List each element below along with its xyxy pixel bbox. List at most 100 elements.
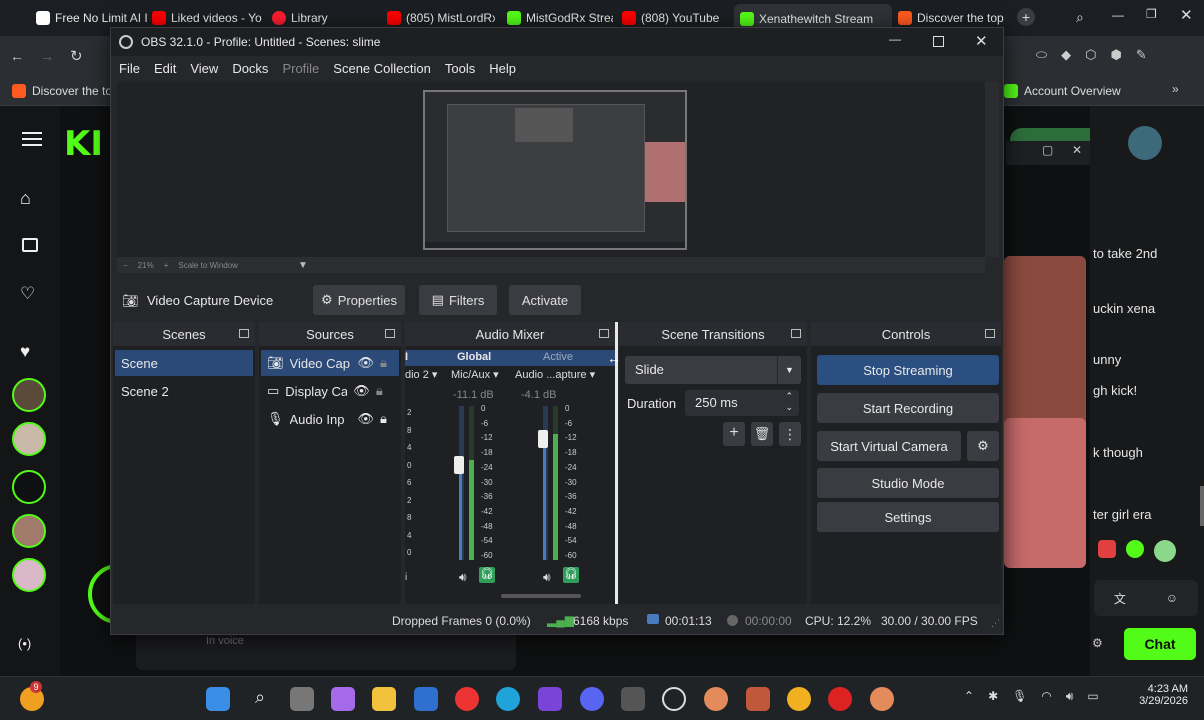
forward-icon[interactable]: → — [40, 48, 54, 64]
battery-icon[interactable]: ▭ — [1087, 689, 1098, 704]
chat-button[interactable]: Chat — [1124, 628, 1196, 660]
wifi-icon[interactable]: ◠ — [1041, 689, 1051, 704]
undock-icon[interactable] — [985, 329, 995, 338]
lock-icon[interactable]: 🔒︎ — [376, 383, 383, 399]
speaker-icon[interactable]: 🔊︎ — [459, 570, 467, 585]
source-item[interactable]: 📷︎ Video Cap 👁︎ 🔒︎ — [261, 350, 399, 376]
start-icon[interactable] — [206, 687, 230, 711]
app-icon[interactable] — [704, 687, 728, 711]
bookmark-right[interactable]: Account Overview — [1004, 84, 1121, 98]
undock-icon[interactable] — [385, 329, 395, 338]
restore-icon[interactable]: ▢ — [1042, 143, 1053, 157]
stop-streaming-button[interactable]: Stop Streaming — [817, 355, 999, 385]
emote-icon[interactable] — [1126, 540, 1144, 558]
scene-item[interactable]: Scene — [115, 350, 253, 376]
transition-select[interactable]: Slide ▼ — [625, 356, 801, 384]
maximize-icon[interactable] — [933, 36, 944, 47]
extension-icon[interactable]: ⬭ — [1036, 47, 1047, 67]
avatar[interactable] — [12, 514, 46, 548]
duration-input[interactable]: 250 ms ⌃ ⌄ — [685, 390, 799, 416]
start-recording-button[interactable]: Start Recording — [817, 393, 999, 423]
translate-icon[interactable]: 文 — [1114, 590, 1126, 607]
source-item[interactable]: 🎙︎ Audio Inp 👁︎ 🔒︎ — [261, 406, 399, 432]
browse-icon[interactable] — [22, 238, 38, 252]
clipchamp-icon[interactable] — [538, 687, 562, 711]
gear-icon[interactable]: ⚙ — [967, 431, 999, 461]
eye-icon[interactable]: 👁︎ — [353, 383, 370, 399]
close-icon[interactable]: ✕ — [1180, 6, 1193, 24]
spinner-icon[interactable]: ⌃ ⌄ — [785, 391, 793, 413]
emoji-icon[interactable]: ☺ — [1166, 591, 1178, 605]
menu-tools[interactable]: Tools — [438, 61, 482, 76]
chat-input[interactable]: 文 ☺ — [1094, 580, 1198, 616]
back-icon[interactable]: ← — [10, 48, 24, 64]
settings-button[interactable]: Settings — [817, 502, 999, 532]
extensions-icon[interactable]: ✎ — [1136, 47, 1147, 67]
following-icon[interactable]: ♡ — [20, 284, 35, 304]
undock-icon[interactable] — [599, 329, 609, 338]
close-icon[interactable]: ✕ — [975, 32, 988, 50]
volume-slider[interactable] — [454, 456, 464, 474]
search-tabs-icon[interactable]: ⌕ — [1076, 9, 1084, 26]
avatar[interactable] — [12, 470, 46, 504]
scrollbar[interactable] — [1200, 486, 1204, 526]
extension-icon[interactable]: ◆ — [1061, 47, 1071, 67]
minimize-icon[interactable]: — — [889, 32, 901, 46]
menu-view[interactable]: View — [183, 61, 225, 76]
menu-file[interactable]: File — [111, 61, 147, 76]
minimize-icon[interactable]: — — [1112, 8, 1124, 22]
extension-icon[interactable]: ⬢ — [1110, 47, 1121, 67]
channel-name[interactable]: dio 2 ▾ — [405, 368, 437, 381]
start-virtual-camera-button[interactable]: Start Virtual Camera — [817, 431, 961, 461]
properties-button[interactable]: ⚙ Properties — [313, 285, 405, 315]
restore-icon[interactable]: ❐ — [1146, 7, 1157, 21]
preview-scrollbar[interactable] — [985, 82, 999, 257]
speaker-icon[interactable]: 🔊︎ — [1066, 689, 1074, 704]
headphones-icon[interactable]: 🎧︎ — [479, 567, 495, 583]
extension-icon[interactable]: ⬡ — [1085, 47, 1096, 67]
microphone-icon[interactable]: 🎙︎ — [1012, 689, 1027, 704]
avatar[interactable] — [12, 378, 46, 412]
more-options-icon[interactable]: ⋮ — [779, 422, 801, 446]
menu-scene-collection[interactable]: Scene Collection — [326, 61, 438, 76]
trash-icon[interactable]: 🗑︎ — [751, 422, 773, 446]
app-icon[interactable] — [870, 687, 894, 711]
home-icon[interactable]: ⌂ — [20, 188, 31, 209]
outlook-icon[interactable] — [414, 687, 438, 711]
eye-icon[interactable]: 👁︎ — [358, 355, 375, 371]
avatar[interactable] — [1128, 126, 1162, 160]
gear-icon[interactable]: ⚙ — [1092, 636, 1103, 650]
add-transition-button[interactable]: + — [723, 422, 745, 446]
copilot-icon[interactable] — [331, 687, 355, 711]
avatar[interactable] — [12, 558, 46, 592]
clock[interactable]: 4:23 AM 3/29/2026 — [1132, 683, 1188, 707]
zoom-in-icon[interactable]: + — [164, 261, 169, 270]
undock-icon[interactable] — [239, 329, 249, 338]
tray-app-icon[interactable]: ✱ — [988, 689, 998, 704]
menu-edit[interactable]: Edit — [147, 61, 183, 76]
channel-name[interactable]: Mic/Aux ▾ — [451, 368, 499, 381]
lock-icon[interactable]: 🔒︎ — [380, 355, 387, 371]
app-icon[interactable] — [746, 687, 770, 711]
menu-profile[interactable]: Profile — [275, 61, 326, 76]
activate-button[interactable]: Activate — [509, 285, 581, 315]
undock-icon[interactable] — [791, 329, 801, 338]
studio-mode-button[interactable]: Studio Mode — [817, 468, 999, 498]
menu-help[interactable]: Help — [482, 61, 523, 76]
resize-grip-icon[interactable]: ⋰ — [991, 618, 1000, 629]
opera-icon[interactable] — [455, 687, 479, 711]
new-tab-button[interactable]: + — [1017, 8, 1035, 26]
menu-docks[interactable]: Docks — [225, 61, 275, 76]
bookmark-left[interactable]: Discover the top — [12, 84, 119, 98]
eye-icon[interactable]: 👁︎ — [358, 411, 375, 427]
menu-icon[interactable] — [22, 132, 42, 146]
scale-mode[interactable]: Scale to Window — [178, 261, 238, 270]
more-bookmarks-icon[interactable]: » — [1172, 82, 1179, 96]
reload-icon[interactable]: ↻ — [70, 47, 83, 65]
zoom-out-icon[interactable]: − — [123, 261, 128, 270]
file-explorer-icon[interactable] — [372, 687, 396, 711]
headphones-icon[interactable]: 🎧︎ — [563, 567, 579, 583]
emote-icon[interactable] — [1154, 540, 1176, 562]
preview-canvas[interactable] — [117, 82, 999, 257]
chrome-icon[interactable] — [787, 687, 811, 711]
